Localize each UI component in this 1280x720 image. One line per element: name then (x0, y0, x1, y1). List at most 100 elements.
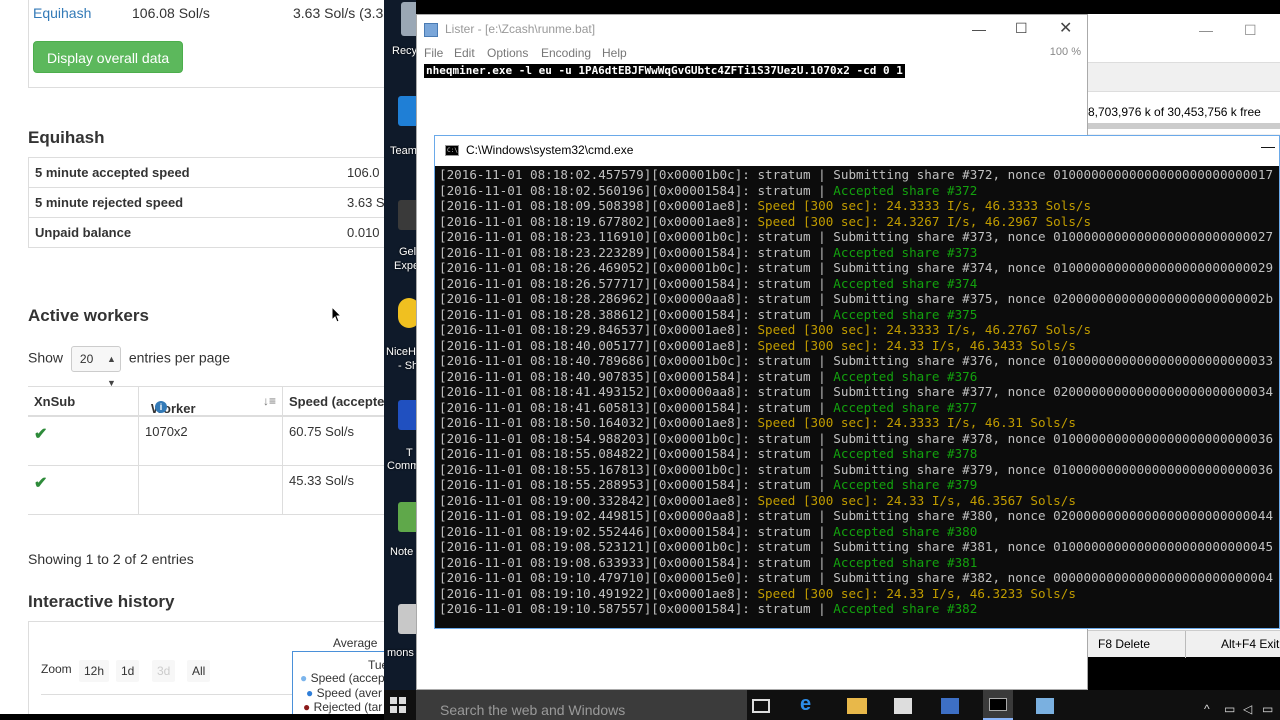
cmd-titlebar[interactable]: C:\ C:\Windows\system32\cmd.exe — (435, 136, 1279, 166)
console-line-prefix: [2016-11-01 08:18:02.457579][0x00001b0c]… (439, 167, 834, 182)
altf4-exit-button[interactable]: Alt+F4 Exit (1221, 637, 1279, 651)
console-line: [2016-11-01 08:18:41.493152][0x00000aa8]… (439, 384, 1279, 400)
console-line: [2016-11-01 08:18:28.388612][0x00001584]… (439, 307, 1279, 323)
menu-file[interactable]: File (424, 46, 443, 60)
interactive-history-heading: Interactive history (28, 592, 175, 611)
task-view-icon[interactable] (752, 699, 770, 713)
file-explorer-icon[interactable] (847, 698, 867, 714)
console-line-message: Speed [300 sec]: 24.3333 I/s, 46.3333 So… (757, 198, 1092, 213)
cmd-taskbar-button[interactable] (983, 690, 1013, 720)
console-line: [2016-11-01 08:18:09.508398][0x00001ae8]… (439, 198, 1279, 214)
stat-value: 0.010 (347, 225, 380, 240)
volume-icon[interactable]: ◁ (1243, 702, 1252, 716)
desktop-label: Gel (399, 246, 416, 258)
maximize-icon[interactable]: ☐ (1015, 20, 1028, 37)
table-info: Showing 1 to 2 of 2 entries (28, 551, 194, 567)
info-icon[interactable]: i (155, 401, 167, 413)
console-line-prefix: [2016-11-01 08:19:00.332842][0x00001ae8]… (439, 492, 758, 508)
free-space-label: 8,703,976 k of 30,453,756 k free (1088, 105, 1261, 119)
desktop-label: Team (390, 145, 416, 157)
menu-help[interactable]: Help (602, 46, 627, 60)
cmd-title: C:\Windows\system32\cmd.exe (466, 143, 634, 157)
geforce-experience-icon[interactable] (398, 200, 416, 230)
check-icon: ✔ (34, 426, 48, 443)
total-commander-taskbar-icon[interactable] (941, 698, 959, 714)
console-line-message: Accepted share #376 (833, 368, 978, 384)
zoom-3d-button[interactable]: 3d (152, 660, 176, 682)
menu-encoding[interactable]: Encoding (541, 46, 591, 60)
windows-start-icon[interactable] (390, 697, 407, 713)
console-line: [2016-11-01 08:18:26.577717][0x00001584]… (439, 276, 1279, 292)
workers-table-header: XnSub Worker i ↓≡ Speed (accepte (28, 387, 384, 417)
lister-taskbar-icon[interactable] (1036, 698, 1054, 714)
console-line: [2016-11-01 08:19:10.479710][0x000015e0]… (439, 570, 1279, 586)
console-line-prefix: [2016-11-01 08:19:02.552446][0x00001584]… (439, 523, 834, 539)
keyboard-icon[interactable]: ▭ (1262, 702, 1273, 716)
console-line-prefix: [2016-11-01 08:18:19.677802][0x00001ae8]… (439, 213, 758, 229)
console-line-message: Submitting share #379, nonce 01000000000… (833, 461, 1274, 477)
teamviewer-icon[interactable] (398, 96, 416, 126)
console-line: [2016-11-01 08:18:40.005177][0x00001ae8]… (439, 338, 1279, 354)
check-icon: ✔ (34, 475, 48, 492)
console-line-message: Accepted share #373 (833, 244, 978, 260)
taskbar-search-box[interactable]: Search the web and Windows (416, 690, 747, 720)
column-header-worker[interactable]: Worker i ↓≡ (138, 387, 282, 416)
notepad-icon[interactable] (398, 502, 416, 532)
zoom-12h-button[interactable]: 12h (79, 660, 110, 682)
console-line: [2016-11-01 08:19:08.633933][0x00001584]… (439, 555, 1279, 571)
stat-row-balance: Unpaid balance 0.010 (29, 218, 384, 248)
console-line-prefix: [2016-11-01 08:18:55.288953][0x00001584]… (439, 477, 834, 492)
f8-delete-button[interactable]: F8 Delete (1098, 637, 1150, 651)
tooltip-title: Tue (368, 658, 384, 672)
network-icon[interactable]: ▭ (1224, 702, 1235, 716)
menu-edit[interactable]: Edit (454, 46, 475, 60)
display-overall-data-button[interactable]: Display overall data (33, 41, 184, 73)
zoom-1d-button[interactable]: 1d (116, 660, 140, 682)
maximize-icon[interactable]: ☐ (1244, 22, 1257, 39)
show-label: Show (28, 349, 64, 366)
console-line-prefix: [2016-11-01 08:19:08.523121][0x00001b0c]… (439, 539, 834, 554)
console-line-prefix: [2016-11-01 08:18:41.605813][0x00001584]… (439, 399, 834, 415)
nicehash-icon[interactable] (398, 298, 416, 328)
console-line-message: Submitting share #372, nonce 01000000000… (833, 167, 1274, 182)
entries-per-page-select[interactable]: 20 ▲ ▼ (70, 346, 121, 388)
desktop-label: NiceH (386, 346, 416, 358)
edge-browser-icon[interactable]: e (800, 693, 820, 715)
tooltip-line: Speed (aver (316, 686, 382, 700)
toolbar-strip (1088, 62, 1280, 92)
desktop: Recy Team Gel NiceH Expe - Sh T Comm Not… (384, 0, 416, 690)
stat-row-accepted: 5 minute accepted speed 106.0 (29, 158, 384, 188)
file-content-line[interactable]: nheqminer.exe -l eu -u 1PA6dtEBJFWwWqGvG… (424, 64, 905, 78)
recycle-bin-icon[interactable] (401, 2, 416, 36)
console-line-message: Speed [300 sec]: 24.33 I/s, 46.3233 Sols… (757, 585, 1076, 601)
menu-options[interactable]: Options (487, 46, 528, 60)
console-line: [2016-11-01 08:19:10.491922][0x00001ae8]… (439, 586, 1279, 602)
zoom-all-button[interactable]: All (187, 660, 211, 682)
console-line-prefix: [2016-11-01 08:18:41.493152][0x00000aa8]… (439, 384, 834, 399)
equihash-heading: Equihash (28, 128, 105, 147)
console-line: [2016-11-01 08:19:00.332842][0x00001ae8]… (439, 493, 1279, 509)
browser-page: Equihash 106.08 Sol/s 3.63 Sol/s (3.3 Di… (0, 0, 384, 714)
console-line: [2016-11-01 08:18:41.605813][0x00001584]… (439, 400, 1279, 416)
monitor-app-icon[interactable] (398, 604, 416, 634)
minimize-icon[interactable]: — (1261, 138, 1275, 154)
stat-value: 3.63 S (347, 195, 384, 210)
total-commander-icon[interactable] (398, 400, 416, 430)
tray-chevron-icon[interactable]: ^ (1204, 702, 1210, 716)
console-output[interactable]: [2016-11-01 08:18:02.457579][0x00001b0c]… (439, 167, 1279, 627)
console-line-message: Accepted share #378 (833, 446, 978, 461)
lister-titlebar[interactable]: Lister - [e:\Zcash\runme.bat] — ☐ ✕ (417, 15, 1087, 45)
console-line-message: Accepted share #382 (833, 601, 978, 616)
console-line: [2016-11-01 08:19:10.587557][0x00001584]… (439, 601, 1279, 617)
sort-icon[interactable]: ↓≡ (263, 394, 276, 408)
minimize-icon[interactable]: — (972, 21, 986, 37)
console-line: [2016-11-01 08:18:40.907835][0x00001584]… (439, 369, 1279, 385)
console-line-prefix: [2016-11-01 08:18:54.988203][0x00001b0c]… (439, 430, 834, 446)
minimize-icon[interactable]: — (1199, 22, 1213, 38)
pool-link[interactable]: Equihash (33, 5, 91, 21)
column-header-xnsub[interactable]: XnSub (28, 387, 138, 415)
column-header-speed[interactable]: Speed (accepte (282, 387, 384, 415)
console-line-prefix: [2016-11-01 08:18:28.286962][0x00000aa8]… (439, 291, 834, 306)
close-icon[interactable]: ✕ (1059, 18, 1072, 38)
store-icon[interactable] (894, 698, 912, 714)
